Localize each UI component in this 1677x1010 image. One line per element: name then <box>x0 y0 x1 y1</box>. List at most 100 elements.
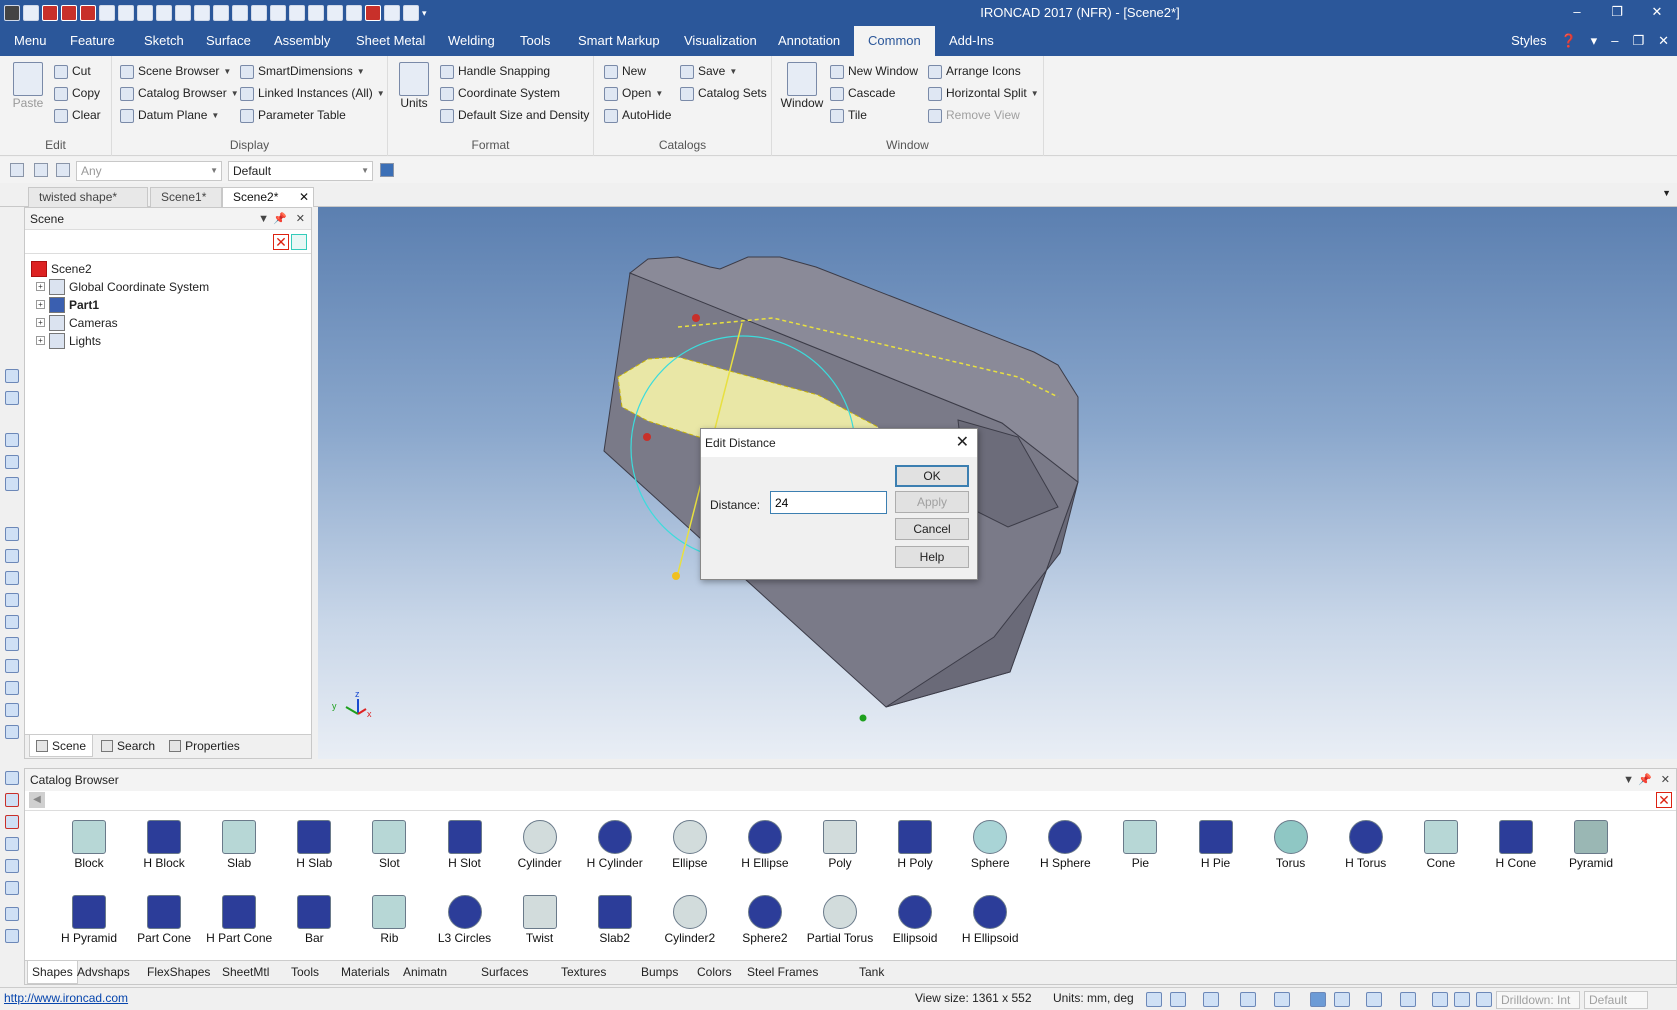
3d-viewport[interactable]: z y x <box>318 207 1677 759</box>
catalog-shape-h-slot[interactable]: H Slot <box>427 812 503 880</box>
layers-icon[interactable] <box>346 5 362 21</box>
tab-common[interactable]: Common <box>854 26 935 56</box>
remove-view-button[interactable]: Remove View <box>928 105 1020 126</box>
zoom-dropdown-icon[interactable] <box>1170 992 1186 1007</box>
copy-button[interactable]: Copy <box>54 83 100 104</box>
measure-icon[interactable] <box>5 771 19 785</box>
doc-tab-scene2[interactable]: Scene2* ✕ <box>222 187 314 207</box>
visibility-icon[interactable] <box>5 793 19 807</box>
pin-icon[interactable]: 📌 <box>1638 769 1652 791</box>
selection-filter-combo[interactable]: Any ▼ <box>76 161 222 181</box>
assembly-icon[interactable] <box>175 5 191 21</box>
catalog-tab-animatn[interactable]: Animatn <box>399 961 451 984</box>
curve-tool-icon[interactable] <box>5 907 19 921</box>
catalog-tab-sheetmtl[interactable]: SheetMtl <box>218 961 273 984</box>
default-combo[interactable]: Default <box>1584 991 1648 1009</box>
window-button[interactable]: Window <box>780 62 824 110</box>
catalog-tab-tank[interactable]: Tank <box>855 961 888 984</box>
display-mode-icon[interactable] <box>1366 992 1382 1007</box>
help-icon[interactable] <box>365 5 381 21</box>
cancel-button[interactable]: Cancel <box>895 518 969 540</box>
dimension-icon[interactable] <box>308 5 324 21</box>
box-view-icon[interactable] <box>5 659 19 673</box>
view-tool-icon[interactable] <box>5 455 19 469</box>
close-icon[interactable]: ✕ <box>1637 0 1677 26</box>
close-file-icon[interactable] <box>61 5 77 21</box>
handle-point[interactable] <box>643 433 651 441</box>
box-view-icon[interactable] <box>5 549 19 563</box>
handle-point[interactable] <box>692 314 700 322</box>
distance-input[interactable] <box>770 491 887 514</box>
catalog-shape-h-cylinder[interactable]: H Cylinder <box>577 812 653 880</box>
arrange-icons-button[interactable]: Arrange Icons <box>928 61 1021 82</box>
box-view-icon[interactable] <box>5 703 19 717</box>
wireframe-icon[interactable] <box>1334 992 1350 1007</box>
autohide-button[interactable]: AutoHide <box>604 105 671 126</box>
catalog-shape-h-poly[interactable]: H Poly <box>877 812 953 880</box>
graduation-icon[interactable] <box>384 5 400 21</box>
anchor-point[interactable] <box>859 714 867 722</box>
catalog-shape-slab2[interactable]: Slab2 <box>577 887 653 955</box>
panel-menu-icon[interactable]: ▼ <box>1623 769 1634 791</box>
catalog-shape-cylinder[interactable]: Cylinder <box>502 812 578 880</box>
restore-doc-icon[interactable]: ❐ <box>1632 26 1644 56</box>
catalog-shape-bar[interactable]: Bar <box>276 887 352 955</box>
styles-menu[interactable]: Styles <box>1511 26 1546 56</box>
restore-icon[interactable]: ❐ <box>1597 0 1637 26</box>
stack-tool-icon[interactable] <box>5 929 19 943</box>
section-view-icon[interactable] <box>1400 992 1416 1007</box>
expand-icon[interactable]: + <box>36 318 45 327</box>
box-view-icon[interactable] <box>5 681 19 695</box>
catalog-shape-sphere[interactable]: Sphere <box>952 812 1028 880</box>
app-logo-icon[interactable] <box>4 5 20 21</box>
render-mode-icon[interactable] <box>1240 992 1256 1007</box>
select-mode-icon[interactable] <box>56 163 70 177</box>
close-catalog-icon[interactable]: ✕ <box>1656 792 1672 808</box>
website-link[interactable]: http://www.ironcad.com <box>4 991 128 1005</box>
print-icon[interactable] <box>213 5 229 21</box>
catalog-shape-sphere2[interactable]: Sphere2 <box>727 887 803 955</box>
camera-icon[interactable] <box>1274 992 1290 1007</box>
slash-tool-icon[interactable] <box>5 881 19 895</box>
smart-dimensions-button[interactable]: SmartDimensions ▼ <box>240 61 365 82</box>
catalog-shape-twist[interactable]: Twist <box>502 887 578 955</box>
cascade-button[interactable]: Cascade <box>830 83 895 104</box>
close-panel-icon[interactable]: ✕ <box>1661 769 1670 791</box>
catalog-shape-slot[interactable]: Slot <box>351 812 427 880</box>
catalog-tab-colors[interactable]: Colors <box>693 961 736 984</box>
ribbon-options-icon[interactable]: ▾ <box>1591 26 1598 56</box>
expand-icon[interactable]: + <box>36 300 45 309</box>
new-file-icon[interactable] <box>23 5 39 21</box>
help-icon[interactable]: ❓ <box>1560 26 1576 56</box>
catalog-shape-ellipse[interactable]: Ellipse <box>652 812 728 880</box>
lightbulb-icon[interactable] <box>270 5 286 21</box>
customize-dropdown-icon[interactable]: ▾ <box>422 8 431 18</box>
catalog-shape-part-cone[interactable]: Part Cone <box>126 887 202 955</box>
view-cube-icon[interactable] <box>1203 992 1219 1007</box>
catalog-browser-button[interactable]: Catalog Browser ▼ <box>120 83 239 104</box>
edit-icon[interactable] <box>156 5 172 21</box>
catalog-shape-ellipsoid[interactable]: Ellipsoid <box>877 887 953 955</box>
linked-instances-button[interactable]: Linked Instances (All) ▼ <box>240 83 385 104</box>
box-view-icon[interactable] <box>5 615 19 629</box>
new-catalog-button[interactable]: New <box>604 61 646 82</box>
tab-feature[interactable]: Feature <box>62 26 123 56</box>
cut-button[interactable]: Cut <box>54 61 91 82</box>
tab-sheet-metal[interactable]: Sheet Metal <box>348 26 433 56</box>
close-tab-icon[interactable]: ✕ <box>299 188 309 206</box>
tab-menu[interactable]: Menu <box>6 26 55 56</box>
catalog-shape-torus[interactable]: Torus <box>1253 812 1329 880</box>
angle-tool-icon[interactable] <box>5 837 19 851</box>
parameter-table-button[interactable]: Parameter Table <box>240 105 346 126</box>
ok-button[interactable]: OK <box>895 465 969 487</box>
catalog-sets-button[interactable]: Catalog Sets <box>680 83 767 104</box>
paste-button[interactable]: Paste <box>10 62 46 110</box>
tree-node-part1[interactable]: + Part1 <box>25 296 311 314</box>
tab-visualization[interactable]: Visualization <box>676 26 765 56</box>
catalog-tab-bumps[interactable]: Bumps <box>637 961 682 984</box>
wrench-icon[interactable] <box>194 5 210 21</box>
catalog-shape-cylinder2[interactable]: Cylinder2 <box>652 887 728 955</box>
tree-node-global-coordinate-system[interactable]: + Global Coordinate System <box>25 278 311 296</box>
catalog-tab-shapes[interactable]: Shapes <box>27 961 78 984</box>
scene-browser-button[interactable]: Scene Browser ▼ <box>120 61 231 82</box>
